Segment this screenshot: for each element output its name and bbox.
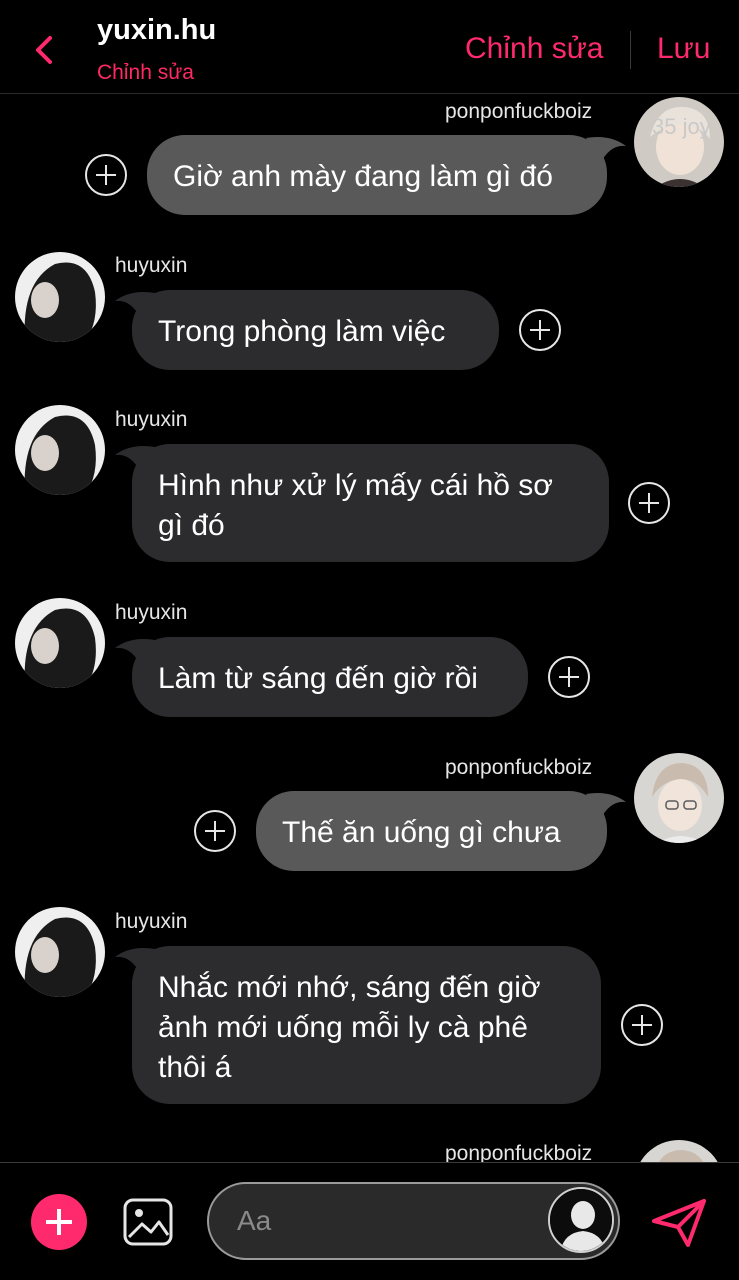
chat-screen: yuxin.hu Chỉnh sửa Chỉnh sửa Lưu ponponf… xyxy=(0,0,739,1280)
avatar-huyuxin[interactable] xyxy=(15,907,105,997)
avatar-photo xyxy=(634,753,724,843)
add-reaction-button[interactable] xyxy=(519,309,561,351)
image-button[interactable] xyxy=(122,1197,174,1247)
message-bubble[interactable]: Giờ anh mày đang làm gì đó xyxy=(147,135,607,215)
message-input-wrapper xyxy=(207,1182,620,1260)
composer-bar xyxy=(0,1162,739,1280)
sender-name: huyuxin xyxy=(115,910,188,933)
send-button[interactable] xyxy=(650,1197,708,1249)
add-reaction-button[interactable] xyxy=(628,482,670,524)
avatar-photo xyxy=(15,405,105,495)
chevron-left-icon xyxy=(36,36,52,64)
back-button[interactable] xyxy=(28,30,62,70)
sender-name: huyuxin xyxy=(115,601,188,624)
avatar-badge: 35 joy xyxy=(652,114,711,139)
avatar-ponponfuckboiz[interactable] xyxy=(634,97,724,187)
sender-name: huyuxin xyxy=(115,254,188,277)
sender-name: ponponfuckboiz xyxy=(445,756,593,779)
message-bubble[interactable]: Làm từ sáng đến giờ rồi xyxy=(132,637,528,717)
avatar-photo xyxy=(15,907,105,997)
add-reaction-button[interactable] xyxy=(85,154,127,196)
message-input[interactable] xyxy=(237,1184,537,1258)
chat-subtitle: Chỉnh sửa xyxy=(97,61,194,84)
image-icon xyxy=(123,1198,173,1246)
avatar-huyuxin[interactable] xyxy=(15,252,105,342)
message-bubble[interactable]: Trong phòng làm việc xyxy=(132,290,499,370)
person-silhouette-icon xyxy=(550,1189,612,1251)
avatar-ponponfuckboiz[interactable] xyxy=(634,753,724,843)
message-bubble[interactable]: Nhắc mới nhớ, sáng đến giờ ảnh mới uống … xyxy=(132,946,601,1104)
add-button[interactable] xyxy=(31,1194,87,1250)
message-bubble[interactable]: Thế ăn uống gì chưa xyxy=(256,791,607,871)
avatar-photo xyxy=(15,598,105,688)
persona-button[interactable] xyxy=(548,1187,614,1253)
save-button[interactable]: Lưu xyxy=(657,32,710,66)
send-icon xyxy=(652,1199,706,1247)
chat-header: yuxin.hu Chỉnh sửa Chỉnh sửa Lưu xyxy=(0,0,739,94)
avatar-photo xyxy=(15,252,105,342)
add-reaction-button[interactable] xyxy=(194,810,236,852)
avatar-huyuxin[interactable] xyxy=(15,598,105,688)
chat-title: yuxin.hu xyxy=(97,14,217,46)
sender-name: ponponfuckboiz xyxy=(445,100,593,123)
add-reaction-button[interactable] xyxy=(621,1004,663,1046)
header-divider xyxy=(630,31,631,69)
sender-name: huyuxin xyxy=(115,408,188,431)
avatar-photo xyxy=(634,97,724,187)
add-reaction-button[interactable] xyxy=(548,656,590,698)
avatar-huyuxin[interactable] xyxy=(15,405,105,495)
message-bubble[interactable]: Hình như xử lý mấy cái hồ sơ gì đó xyxy=(132,444,609,562)
edit-button[interactable]: Chỉnh sửa xyxy=(465,32,604,66)
